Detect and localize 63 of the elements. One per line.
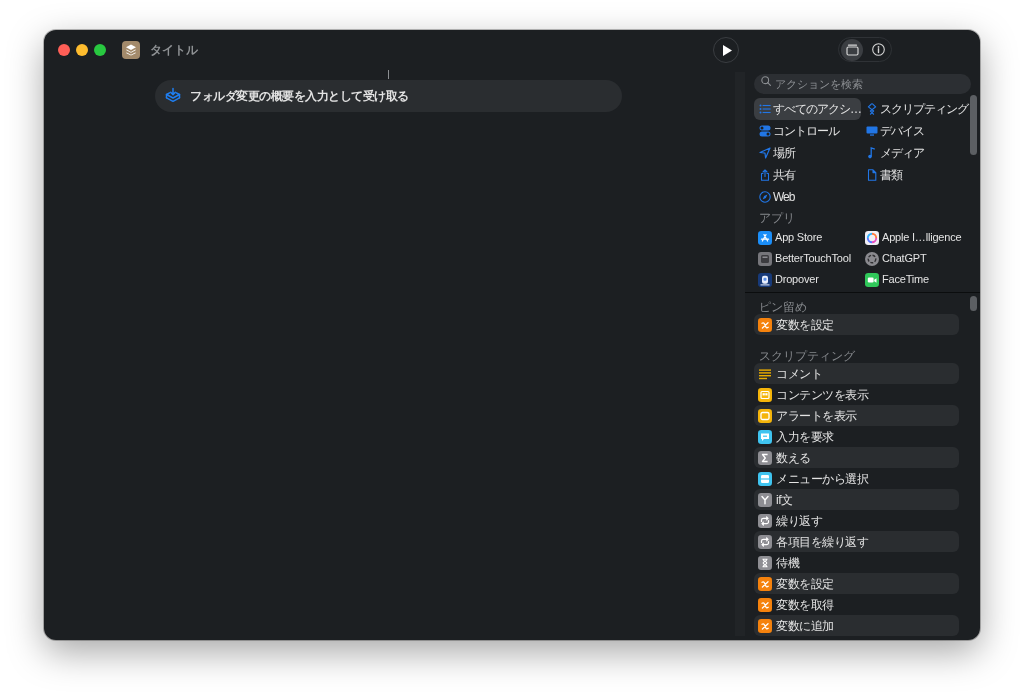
action-item[interactable]: 各項目を繰り返す	[754, 531, 959, 552]
info-icon	[871, 43, 885, 56]
action-item[interactable]: 入力を要求	[754, 426, 959, 447]
app-item[interactable]: FaceTime	[861, 269, 972, 290]
action-item[interactable]: 変数を取得	[754, 594, 959, 615]
category-item[interactable]: すべてのアクシ…	[754, 98, 861, 120]
action-item[interactable]: コンテンツを表示	[754, 384, 959, 405]
action-item[interactable]: if文	[754, 489, 959, 510]
stack-arrow-icon	[164, 87, 182, 105]
music-note-icon	[866, 147, 878, 159]
monitor-icon	[866, 125, 878, 137]
category-item[interactable]: Web	[754, 186, 861, 208]
action-block[interactable]: フォルダ変更の概要を入力として受け取る	[155, 80, 622, 112]
app-item[interactable]: BetterTouchTool	[754, 248, 861, 269]
category-item[interactable]: 場所	[754, 142, 861, 164]
share-icon	[759, 169, 771, 181]
location-arrow-icon	[759, 147, 771, 159]
action-item[interactable]: 待機	[754, 552, 959, 573]
section-header: アプリ	[759, 210, 795, 225]
action-item[interactable]: 数える	[754, 447, 959, 468]
action-item[interactable]: 変数に追加	[754, 615, 959, 636]
app-item[interactable]: Dropover	[754, 269, 861, 290]
action-item[interactable]: 変数を設定	[754, 314, 959, 335]
search-field[interactable]: アクションを検索	[754, 74, 971, 94]
action-item[interactable]: 変数を設定	[754, 573, 959, 594]
toggles-icon	[759, 125, 771, 137]
app-item[interactable]: App Store	[754, 227, 861, 248]
list-icon	[759, 103, 771, 115]
action-item[interactable]: 繰り返す	[754, 510, 959, 531]
minimize-button[interactable]	[76, 44, 88, 56]
play-icon	[722, 44, 732, 56]
app-icon	[758, 230, 772, 245]
category-item[interactable]: デバイス	[861, 120, 972, 142]
app-icon	[865, 230, 879, 245]
insertion-line	[388, 70, 389, 79]
category-item[interactable]: 共有	[754, 164, 861, 186]
search-icon	[761, 76, 771, 86]
scrollbar-thumb[interactable]	[970, 296, 977, 311]
app-icon	[758, 272, 772, 287]
zoom-button[interactable]	[94, 44, 106, 56]
app-icon	[758, 251, 772, 266]
scrollbar-thumb[interactable]	[970, 95, 977, 155]
app-icon	[865, 251, 879, 266]
window-title: タイトル	[150, 42, 198, 59]
action-item[interactable]: メニューから選択	[754, 468, 959, 489]
section-header: スクリプティング	[759, 349, 855, 363]
compass-icon	[759, 191, 771, 203]
stack-icon	[122, 41, 140, 59]
category-item[interactable]: スクリプティング	[861, 98, 972, 120]
library-tab[interactable]	[841, 38, 863, 61]
window-stack-icon	[845, 43, 859, 56]
squiggle-icon	[866, 103, 878, 115]
document-icon	[866, 169, 878, 181]
app-item[interactable]: Apple I…lligence	[861, 227, 972, 248]
app-icon	[865, 272, 879, 287]
close-button[interactable]	[58, 44, 70, 56]
category-item[interactable]: コントロール	[754, 120, 861, 142]
app-item[interactable]: ChatGPT	[861, 248, 972, 269]
action-item[interactable]: コメント	[754, 363, 959, 384]
section-header: ピン留め	[759, 300, 807, 314]
category-item[interactable]: 書類	[861, 164, 972, 186]
action-title: フォルダ変更の概要を入力として受け取る	[190, 88, 409, 105]
action-item[interactable]: アラートを表示	[754, 405, 959, 426]
